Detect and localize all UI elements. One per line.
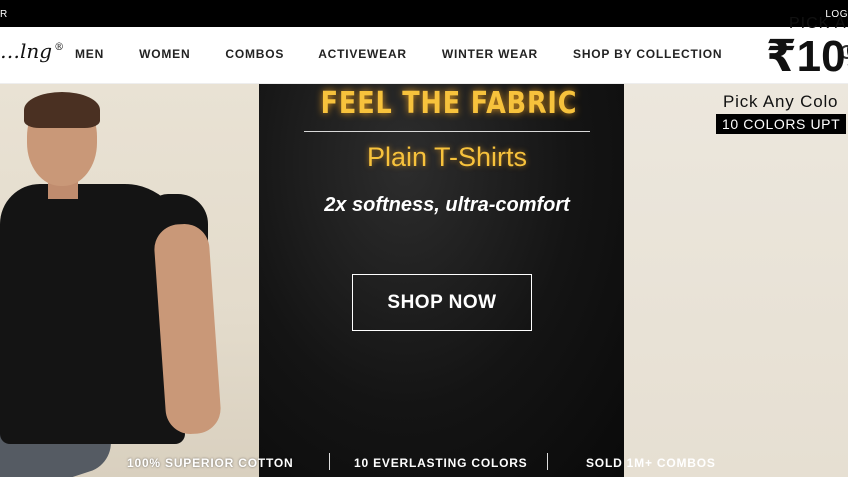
offer-price: ₹109 — [766, 32, 848, 81]
shop-now-button[interactable]: SHOP NOW — [352, 274, 532, 331]
nav-item-combos[interactable]: COMBOS — [225, 47, 284, 61]
registered-mark: ® — [54, 42, 65, 54]
feature-strip: 100% SUPERIOR COTTON 10 EVERLASTING COLO… — [0, 450, 848, 477]
brand-logo[interactable]: …lng ® — [0, 39, 64, 63]
nav-item-shop-by-collection[interactable]: SHOP BY COLLECTION — [573, 47, 722, 61]
feature-cotton: 100% SUPERIOR COTTON — [127, 456, 294, 470]
main-nav: …lng ® MEN WOMEN COMBOS ACTIVEWEAR WINTER… — [0, 27, 848, 84]
logo-text: …lng — [0, 39, 53, 63]
nav-item-men[interactable]: MEN — [75, 47, 104, 61]
feature-colors: 10 EVERLASTING COLORS — [354, 456, 528, 470]
hero-tagline: 2x softness, ultra-comfort — [324, 194, 570, 216]
offer-panel — [624, 84, 848, 477]
nav-item-activewear[interactable]: ACTIVEWEAR — [318, 47, 407, 61]
feature-sold: SOLD 1M+ COMBOS — [586, 456, 716, 470]
offer-subtitle: Pick Any Colo — [723, 92, 839, 111]
model-hair-illustration — [24, 92, 100, 128]
top-utility-bar: R LOG — [0, 0, 848, 27]
hero-subheadline: Plain T-Shirts — [366, 142, 528, 172]
feature-divider — [547, 453, 548, 470]
hero-headline: FEEL THE FABRIC — [320, 86, 578, 121]
model-panel — [0, 84, 259, 477]
topbar-left-text: R — [0, 9, 8, 20]
feature-divider — [329, 453, 330, 470]
offer-badge: 10 COLORS UPT — [716, 114, 847, 134]
nav-menu: MEN WOMEN COMBOS ACTIVEWEAR WINTER WEAR … — [75, 47, 722, 61]
nav-item-winter-wear[interactable]: WINTER WEAR — [442, 47, 538, 61]
nav-item-women[interactable]: WOMEN — [139, 47, 190, 61]
headline-divider — [304, 131, 590, 132]
